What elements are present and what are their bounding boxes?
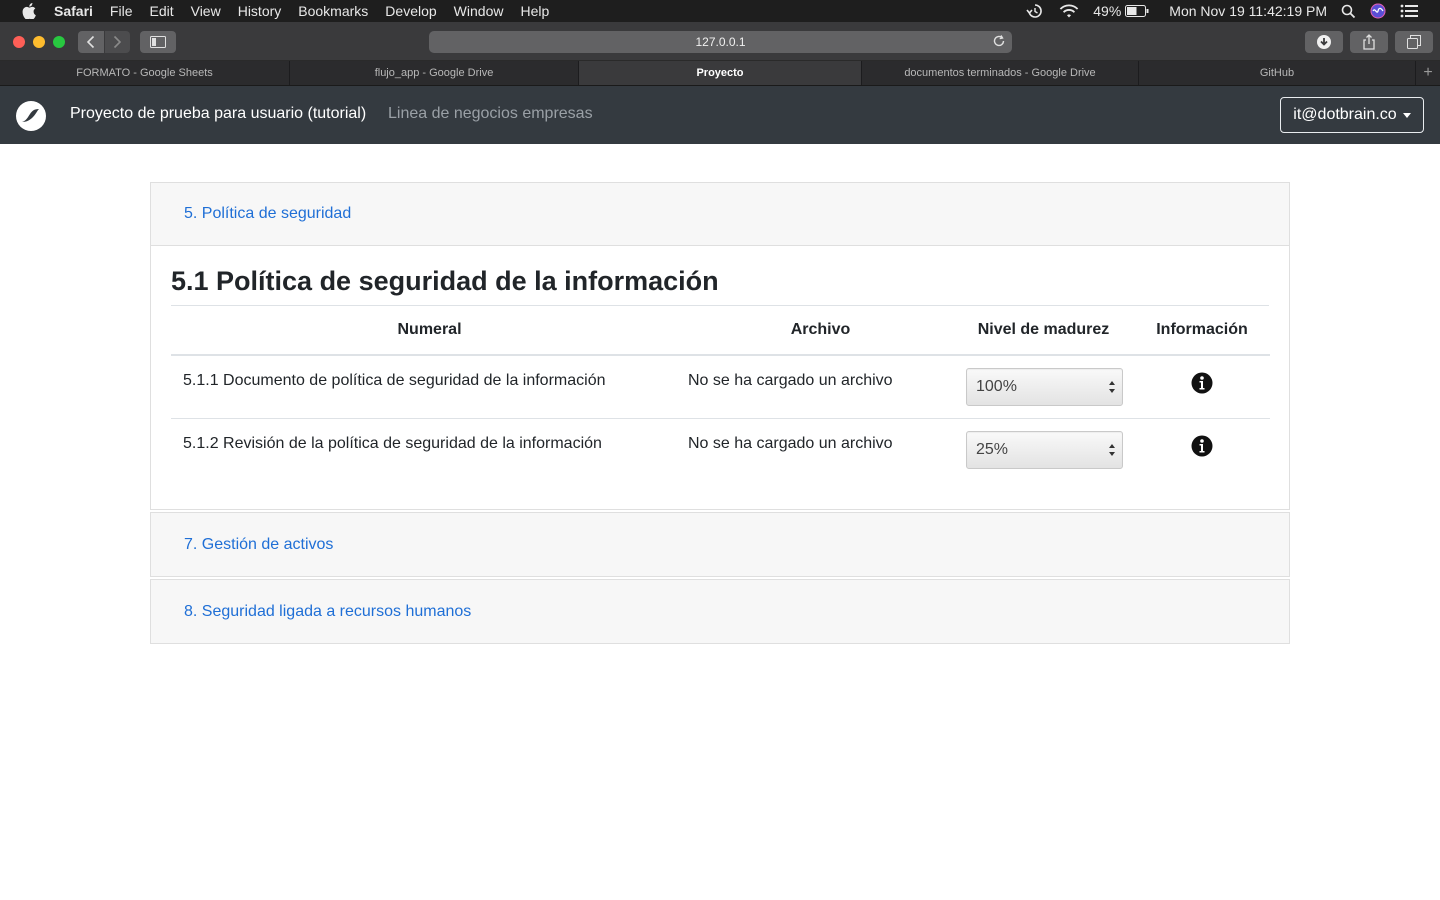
tab-documentos-terminados[interactable]: documentos terminados - Google Drive — [862, 61, 1139, 85]
user-menu-button[interactable]: it@dotbrain.co — [1280, 97, 1424, 133]
siri-icon[interactable] — [1370, 3, 1386, 19]
wifi-icon[interactable] — [1059, 4, 1079, 19]
menu-develop[interactable]: Develop — [385, 3, 436, 19]
tab-overview-button[interactable] — [1395, 31, 1433, 53]
maturity-level-value: 100% — [976, 378, 1017, 395]
menu-edit[interactable]: Edit — [149, 3, 173, 19]
section-card: 5. Política de seguridad 5.1 Política de… — [150, 182, 1290, 510]
select-arrows-icon — [1108, 443, 1116, 462]
section-toggle-link[interactable]: 8. Seguridad ligada a recursos humanos — [184, 603, 471, 621]
share-button[interactable] — [1350, 31, 1388, 53]
chevron-down-icon — [1402, 112, 1411, 118]
section-card: 7. Gestión de activos — [150, 512, 1290, 577]
section-toggle-link[interactable]: 7. Gestión de activos — [184, 536, 333, 554]
menu-window[interactable]: Window — [454, 3, 504, 19]
tab-label: flujo_app - Google Drive — [374, 67, 494, 79]
notification-center-icon[interactable] — [1400, 4, 1418, 18]
section-card: 8. Seguridad ligada a recursos humanos — [150, 579, 1290, 644]
menu-file[interactable]: File — [110, 3, 133, 19]
subsection-title: 5.1 Política de seguridad de la informac… — [171, 266, 1269, 306]
menu-help[interactable]: Help — [520, 3, 549, 19]
menu-safari[interactable]: Safari — [54, 3, 93, 19]
menubar-status-area: 49% Mon Nov 19 11:42:19 PM — [1025, 0, 1440, 22]
navigation-buttons — [78, 31, 130, 53]
new-tab-button[interactable]: + — [1416, 61, 1440, 85]
info-circle-icon[interactable] — [1191, 372, 1213, 398]
info-cell — [1134, 417, 1270, 481]
search-icon[interactable] — [1341, 4, 1356, 19]
menubar-clock[interactable]: Mon Nov 19 11:42:19 PM — [1169, 3, 1327, 19]
app-logo-icon[interactable] — [15, 100, 47, 132]
back-button[interactable] — [78, 31, 104, 53]
select-arrows-icon — [1108, 380, 1116, 399]
user-email: it@dotbrain.co — [1293, 106, 1397, 123]
menu-history[interactable]: History — [238, 3, 282, 19]
info-circle-icon[interactable] — [1191, 435, 1213, 461]
maturity-level-select[interactable]: 25% — [966, 430, 1123, 469]
tab-label: GitHub — [1259, 67, 1295, 79]
numeral-cell: 5.1.2 Revisión de la política de segurid… — [171, 417, 688, 481]
tab-label: documentos terminados - Google Drive — [904, 67, 1096, 79]
section-header: 8. Seguridad ligada a recursos humanos — [151, 580, 1289, 643]
tab-label: Proyecto — [696, 67, 744, 79]
browser-tab-bar: FORMATO - Google Sheets flujo_app - Goog… — [0, 61, 1440, 86]
close-window-button[interactable] — [13, 36, 25, 48]
sections-accordion: 5. Política de seguridad 5.1 Política de… — [150, 182, 1290, 644]
zoom-window-button[interactable] — [53, 36, 65, 48]
column-header-numeral: Numeral — [171, 306, 688, 356]
browser-toolbar: 127.0.0.1 — [0, 22, 1440, 61]
column-header-informacion: Información — [1134, 306, 1270, 356]
section-header: 7. Gestión de activos — [151, 513, 1289, 576]
archivo-cell: No se ha cargado un archivo — [688, 372, 893, 389]
reload-icon[interactable] — [992, 34, 1006, 51]
nivel-cell: 25% — [953, 417, 1134, 481]
column-header-nivel: Nivel de madurez — [953, 306, 1134, 356]
app-navbar: Proyecto de prueba para usuario (tutoria… — [0, 86, 1440, 144]
sidebar-toggle-button[interactable] — [140, 31, 176, 53]
controls-table: Numeral Archivo Nivel de madurez Informa… — [171, 306, 1270, 481]
battery-percent: 49% — [1093, 3, 1122, 19]
url-text: 127.0.0.1 — [695, 35, 746, 49]
forward-button[interactable] — [104, 31, 130, 53]
section-header: 5. Política de seguridad — [151, 183, 1289, 246]
macos-menubar: Safari File Edit View History Bookmarks … — [0, 0, 1440, 22]
maturity-level-value: 25% — [976, 440, 1009, 458]
table-row: 5.1.2 Revisión de la política de segurid… — [171, 417, 1270, 481]
info-cell — [1134, 355, 1270, 418]
business-line-label: Linea de negocios empresas — [388, 105, 593, 122]
nivel-cell: 100% — [953, 355, 1134, 418]
archivo-cell: No se ha cargado un archivo — [688, 417, 953, 481]
time-machine-icon[interactable] — [1025, 3, 1045, 19]
numeral-cell: 5.1.1 Documento de política de seguridad… — [183, 372, 606, 389]
column-header-archivo: Archivo — [688, 306, 953, 356]
address-bar[interactable]: 127.0.0.1 — [429, 31, 1012, 53]
downloads-button[interactable] — [1305, 31, 1343, 53]
section-body: 5.1 Política de seguridad de la informac… — [151, 246, 1289, 509]
menu-bookmarks[interactable]: Bookmarks — [298, 3, 368, 19]
tab-flujo-app[interactable]: flujo_app - Google Drive — [290, 61, 579, 85]
tab-proyecto[interactable]: Proyecto — [579, 61, 862, 85]
tab-label: FORMATO - Google Sheets — [76, 67, 213, 79]
tab-github[interactable]: GitHub — [1139, 61, 1416, 85]
maturity-level-select[interactable]: 100% — [966, 368, 1123, 406]
menu-view[interactable]: View — [191, 3, 221, 19]
table-row: 5.1.1 Documento de política de seguridad… — [171, 355, 1270, 418]
tab-formato[interactable]: FORMATO - Google Sheets — [0, 61, 290, 85]
minimize-window-button[interactable] — [33, 36, 45, 48]
section-toggle-link[interactable]: 5. Política de seguridad — [184, 205, 351, 223]
project-title[interactable]: Proyecto de prueba para usuario (tutoria… — [70, 105, 366, 123]
battery-icon[interactable] — [1125, 5, 1149, 17]
apple-icon[interactable] — [20, 3, 38, 19]
